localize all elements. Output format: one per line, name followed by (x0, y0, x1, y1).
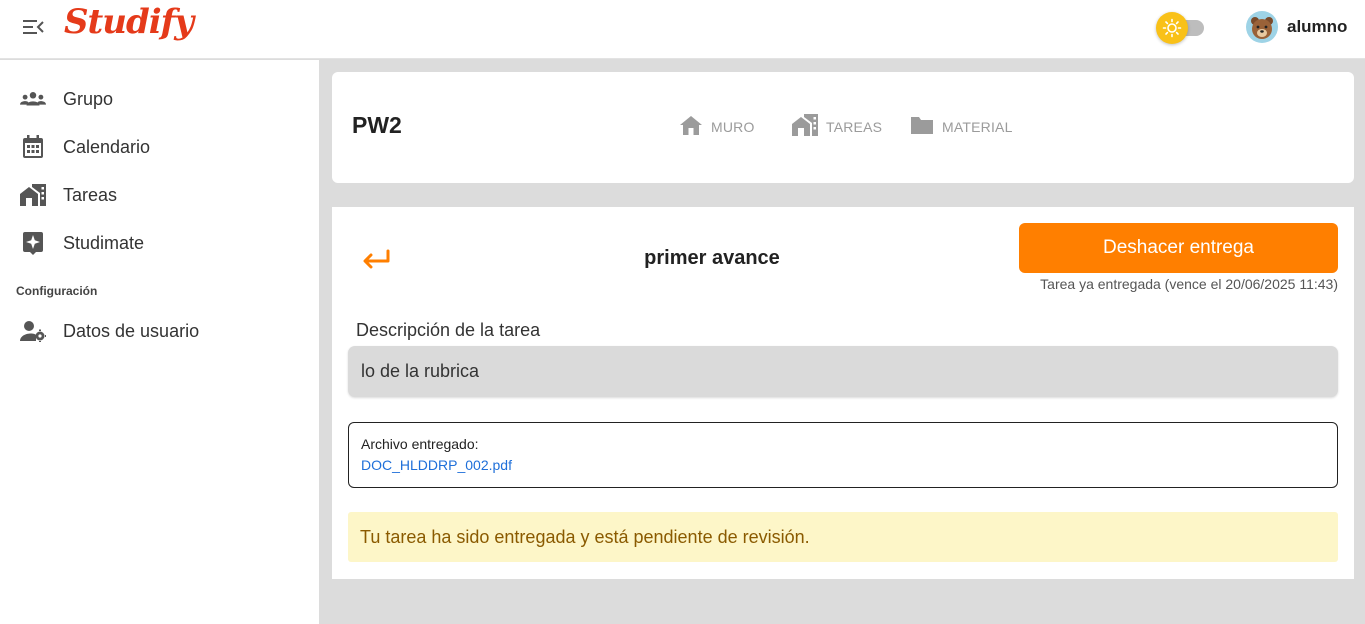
calendar-icon (20, 135, 46, 159)
sidebar-item-label: Studimate (63, 233, 145, 253)
user-menu[interactable]: alumno (1246, 10, 1347, 44)
bear-avatar-icon (1246, 11, 1278, 43)
home-icon (679, 115, 703, 140)
app-logo[interactable]: Studify (64, 2, 194, 42)
status-text: Tu tarea ha sido entregada y está pendie… (360, 527, 810, 547)
file-link[interactable]: DOC_HLDDRP_002.pdf (361, 457, 512, 473)
undo-submission-button[interactable]: Deshacer entrega (1019, 223, 1338, 273)
tab-material[interactable]: MATERIAL (910, 115, 1013, 139)
sidebar: Grupo Calendario Tareas Studimate Config… (0, 60, 319, 624)
sidebar-item-label: Datos de usuario (63, 321, 200, 341)
sidebar-item-calendario[interactable]: Calendario (0, 125, 319, 169)
sidebar-item-datos-de-usuario[interactable]: Datos de usuario (0, 309, 319, 353)
course-header-card: PW2 MURO TAREAS MATERIAL (332, 72, 1354, 183)
section-label-configuracion: Configuración (16, 284, 98, 298)
status-banner: Tu tarea ha sido entregada y está pendie… (348, 512, 1338, 562)
sun-icon (1156, 12, 1188, 44)
submitted-file-box: Archivo entregado: DOC_HLDDRP_002.pdf (348, 422, 1338, 488)
folder-icon (910, 115, 934, 140)
tasks-icon (792, 113, 818, 141)
sparkle-icon (20, 231, 46, 255)
sidebar-item-studimate[interactable]: Studimate (0, 221, 319, 265)
sidebar-item-grupo[interactable]: Grupo (0, 77, 319, 121)
tab-tareas[interactable]: TAREAS (792, 113, 883, 141)
sidebar-item-label: Tareas (63, 185, 118, 205)
tab-label: MATERIAL (942, 119, 1013, 135)
task-title: primer avance (644, 247, 780, 269)
description-text: lo de la rubrica (361, 361, 480, 381)
menu-collapse-icon[interactable] (22, 16, 46, 38)
tasks-icon (20, 183, 46, 207)
task-detail-card: primer avance Deshacer entrega Tarea ya … (332, 207, 1354, 579)
sidebar-item-label: Calendario (63, 137, 151, 157)
description-box: lo de la rubrica (348, 346, 1338, 397)
tab-muro[interactable]: MURO (679, 115, 755, 139)
sidebar-item-tareas[interactable]: Tareas (0, 173, 319, 217)
top-bar: Studify alumno (0, 0, 1365, 59)
file-label: Archivo entregado: (361, 436, 479, 452)
due-note: Tarea ya entregada (vence el 20/06/2025 … (1040, 276, 1338, 292)
group-icon (20, 87, 46, 111)
user-settings-icon (20, 319, 46, 343)
tab-label: TAREAS (826, 119, 883, 135)
theme-toggle[interactable] (1156, 12, 1206, 44)
description-label: Descripción de la tarea (356, 320, 541, 340)
return-arrow-icon[interactable] (360, 245, 392, 273)
username: alumno (1287, 17, 1348, 36)
sidebar-item-label: Grupo (63, 89, 114, 109)
course-title: PW2 (352, 112, 402, 138)
tab-label: MURO (711, 119, 755, 135)
